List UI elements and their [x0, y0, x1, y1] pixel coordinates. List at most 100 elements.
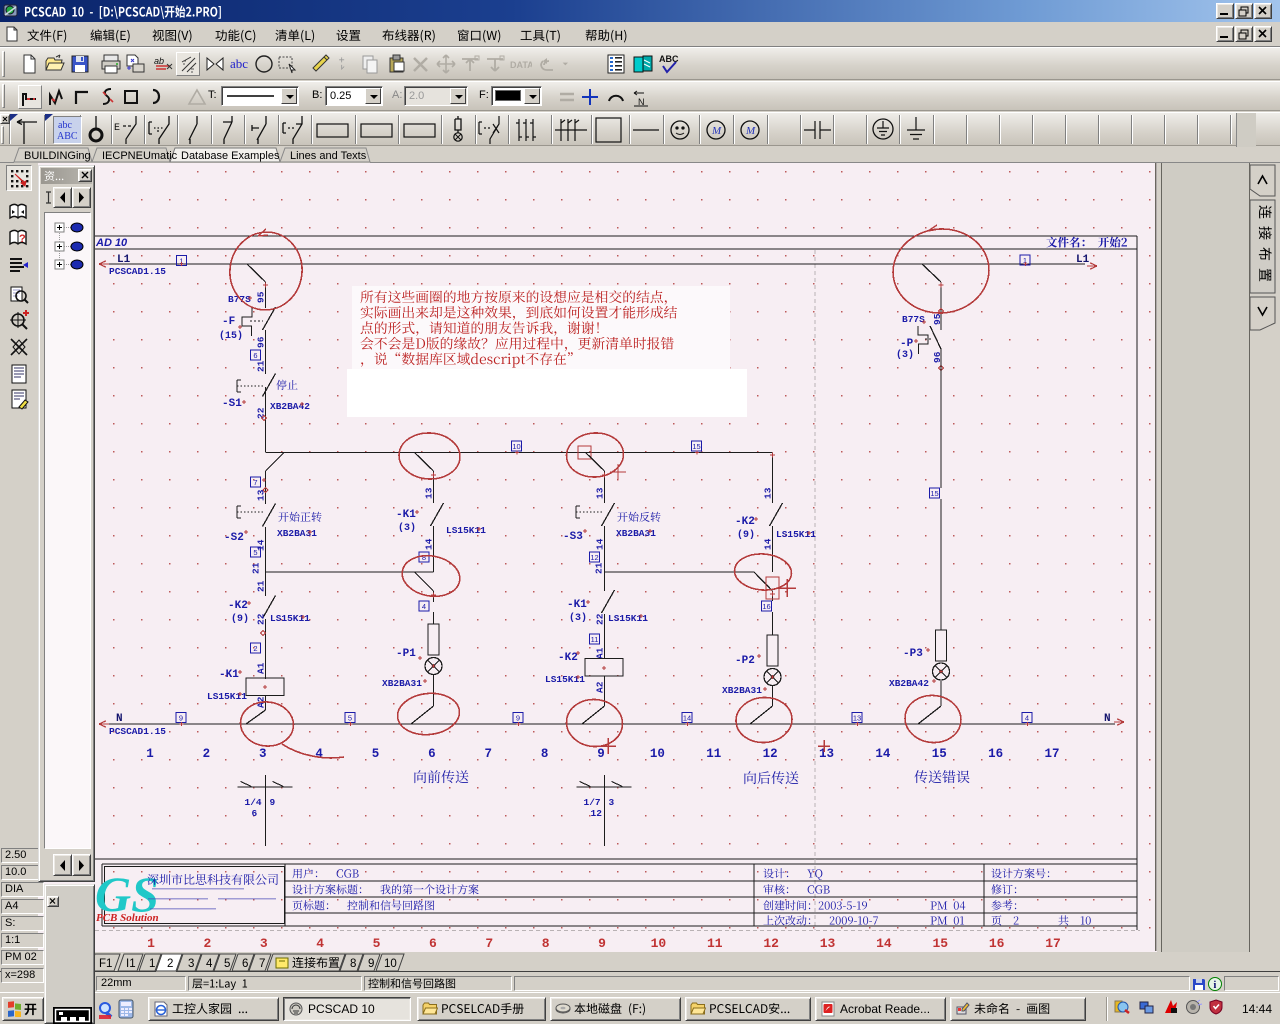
svg-text:7: 7: [484, 747, 492, 761]
svg-text:ABC: ABC: [57, 131, 78, 142]
svg-text:(9): (9): [737, 529, 755, 541]
svg-text:21: 21: [256, 580, 267, 592]
svg-text:11: 11: [707, 936, 723, 951]
svg-text:6: 6: [252, 808, 258, 819]
svg-text:4: 4: [316, 936, 324, 951]
svg-text:(3): (3): [569, 612, 587, 624]
svg-text:-P3: -P3: [903, 648, 923, 660]
svg-text:12: 12: [763, 936, 779, 951]
svg-text:22: 22: [595, 613, 606, 625]
svg-text:15: 15: [930, 489, 938, 498]
svg-text:6: 6: [242, 958, 248, 970]
svg-text:4: 4: [206, 958, 213, 970]
svg-text:(15): (15): [219, 330, 243, 342]
svg-text:-K1: -K1: [396, 509, 416, 521]
svg-text:13: 13: [256, 489, 267, 501]
svg-text:6: 6: [428, 747, 436, 761]
svg-text:LS15K11: LS15K11: [207, 691, 247, 702]
svg-text:LS15K11: LS15K11: [608, 613, 648, 624]
svg-text:i: i: [1214, 980, 1217, 991]
svg-text:15: 15: [692, 442, 700, 451]
svg-text:12: 12: [763, 747, 778, 761]
svg-text:1/7: 1/7: [584, 797, 601, 808]
svg-text:LS15K11: LS15K11: [545, 674, 585, 685]
svg-text:1: 1: [147, 936, 155, 951]
svg-text:14: 14: [875, 747, 891, 761]
svg-text:(3): (3): [896, 349, 914, 361]
svg-text:PCSCAD1.15: PCSCAD1.15: [109, 726, 166, 737]
svg-text:21: 21: [251, 562, 262, 574]
svg-text:10: 10: [651, 936, 667, 951]
svg-text:BUILDINGing: BUILDINGing: [24, 150, 91, 162]
svg-text:15: 15: [932, 747, 947, 761]
svg-text:5: 5: [372, 747, 380, 761]
svg-text:2: 2: [167, 958, 173, 970]
svg-text:AD 10: AD 10: [95, 237, 128, 249]
svg-text:17: 17: [1045, 936, 1061, 951]
svg-text:12: 12: [590, 553, 598, 562]
svg-text:8: 8: [541, 747, 549, 761]
svg-text:-K2: -K2: [228, 600, 248, 612]
svg-text:LS15K11: LS15K11: [270, 613, 310, 624]
svg-text:ab: ab: [154, 56, 164, 66]
svg-text:(3): (3): [398, 522, 416, 534]
svg-text:3: 3: [188, 958, 194, 970]
svg-text:13: 13: [763, 487, 774, 499]
svg-text:LS15K11: LS15K11: [776, 529, 816, 540]
svg-text:9: 9: [598, 936, 606, 951]
svg-text:3: 3: [609, 797, 615, 808]
svg-text:N: N: [116, 713, 123, 725]
svg-text:(9): (9): [231, 613, 249, 625]
svg-text:22: 22: [256, 407, 267, 419]
svg-text:8: 8: [542, 936, 550, 951]
svg-text:13: 13: [820, 936, 836, 951]
svg-text:1: 1: [146, 747, 154, 761]
svg-text:F1: F1: [99, 958, 112, 970]
svg-text:XB2BA42: XB2BA42: [889, 678, 929, 689]
svg-text:Lines and Texts: Lines and Texts: [290, 150, 367, 162]
svg-text:L1: L1: [1076, 254, 1090, 266]
svg-text:LS15K11: LS15K11: [446, 525, 486, 536]
svg-text:abc: abc: [230, 56, 248, 71]
svg-text:13: 13: [853, 714, 861, 723]
svg-text:XB2BA31: XB2BA31: [277, 528, 317, 539]
svg-text:-P: -P: [900, 338, 914, 350]
svg-text:10: 10: [650, 747, 665, 761]
svg-text:9: 9: [270, 797, 276, 808]
svg-text:E: E: [114, 123, 120, 134]
svg-text:14: 14: [595, 538, 606, 550]
svg-text:15: 15: [932, 936, 948, 951]
svg-text:95: 95: [256, 291, 267, 303]
svg-text:5: 5: [348, 714, 352, 723]
svg-text:A1: A1: [256, 662, 267, 674]
svg-text:16: 16: [988, 747, 1003, 761]
svg-text:7: 7: [259, 958, 265, 970]
svg-text:B77S: B77S: [902, 314, 925, 325]
svg-text:13: 13: [819, 747, 834, 761]
svg-text:IECPNEUmatic: IECPNEUmatic: [102, 150, 178, 162]
svg-text:4: 4: [422, 602, 426, 611]
svg-text:21: 21: [594, 562, 605, 574]
svg-text:5: 5: [224, 958, 230, 970]
svg-text:3: 3: [259, 747, 267, 761]
svg-text:-K1: -K1: [567, 599, 587, 611]
svg-text:1/4: 1/4: [245, 797, 262, 808]
svg-text:2: 2: [203, 747, 211, 761]
svg-text:16: 16: [762, 602, 770, 611]
svg-text:12: 12: [591, 808, 603, 819]
svg-text:6: 6: [429, 936, 437, 951]
svg-text:14: 14: [876, 936, 892, 951]
svg-text:13: 13: [424, 487, 435, 499]
svg-text:11: 11: [706, 747, 721, 761]
svg-text:22: 22: [256, 613, 267, 625]
svg-text:14: 14: [683, 714, 691, 723]
svg-text:L1: L1: [117, 254, 131, 266]
svg-text:M: M: [745, 125, 756, 137]
svg-text:5: 5: [253, 548, 257, 557]
svg-text:7: 7: [485, 936, 493, 951]
svg-text:7: 7: [253, 478, 257, 487]
svg-text:9: 9: [368, 958, 374, 970]
svg-text:96: 96: [256, 336, 267, 348]
svg-text:5: 5: [373, 936, 381, 951]
svg-text:8: 8: [422, 553, 426, 562]
